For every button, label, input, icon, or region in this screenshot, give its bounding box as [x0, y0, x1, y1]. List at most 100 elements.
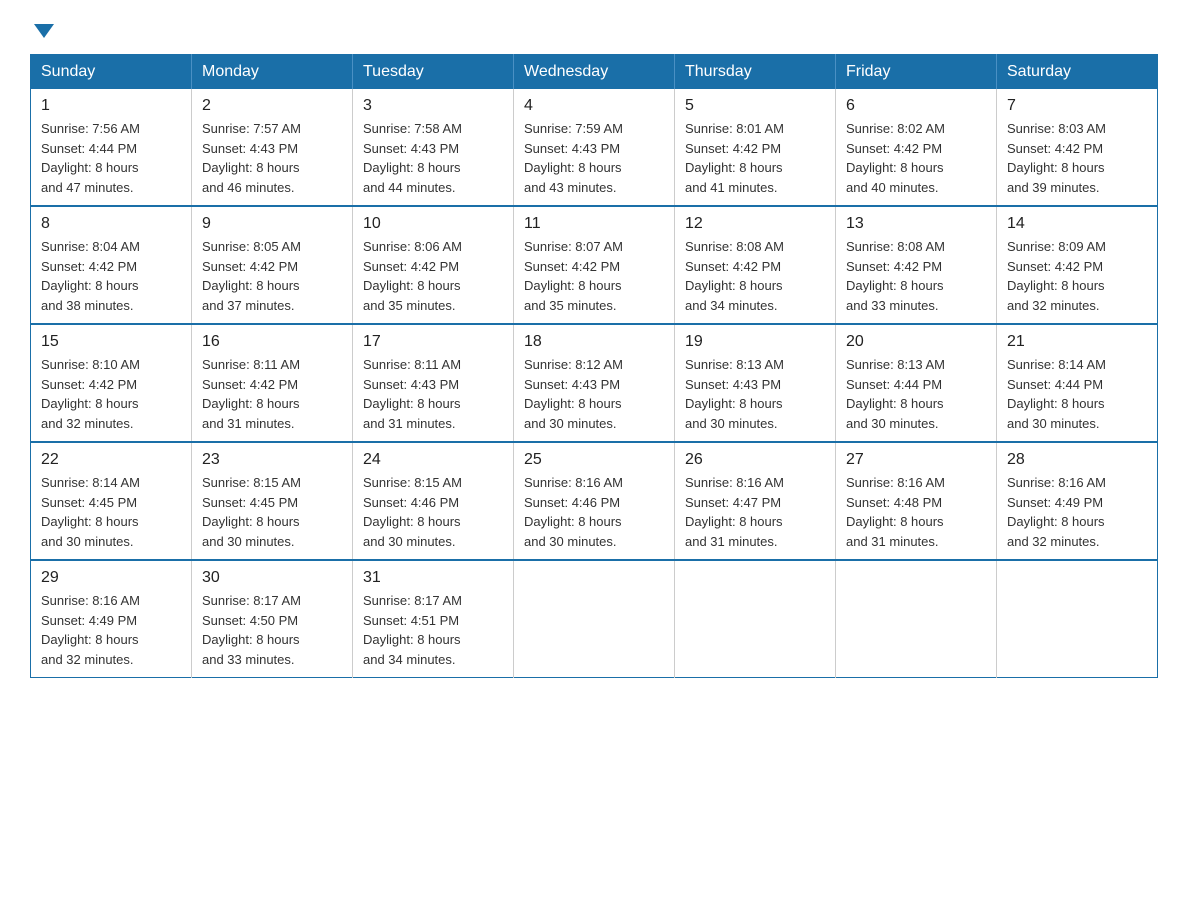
calendar-cell: 23 Sunrise: 8:15 AM Sunset: 4:45 PM Dayl…	[192, 442, 353, 560]
day-number: 19	[685, 333, 825, 351]
calendar-cell: 9 Sunrise: 8:05 AM Sunset: 4:42 PM Dayli…	[192, 206, 353, 324]
day-number: 6	[846, 97, 986, 115]
day-number: 17	[363, 333, 503, 351]
day-number: 29	[41, 569, 181, 587]
day-info: Sunrise: 8:16 AM Sunset: 4:49 PM Dayligh…	[1007, 473, 1147, 551]
logo-arrow-icon	[34, 24, 54, 38]
day-number: 2	[202, 97, 342, 115]
day-number: 16	[202, 333, 342, 351]
day-number: 21	[1007, 333, 1147, 351]
day-of-week-wednesday: Wednesday	[514, 55, 675, 90]
day-number: 14	[1007, 215, 1147, 233]
day-number: 24	[363, 451, 503, 469]
calendar-cell: 15 Sunrise: 8:10 AM Sunset: 4:42 PM Dayl…	[31, 324, 192, 442]
calendar-cell: 1 Sunrise: 7:56 AM Sunset: 4:44 PM Dayli…	[31, 89, 192, 206]
calendar-cell: 29 Sunrise: 8:16 AM Sunset: 4:49 PM Dayl…	[31, 560, 192, 678]
day-number: 20	[846, 333, 986, 351]
calendar-cell: 30 Sunrise: 8:17 AM Sunset: 4:50 PM Dayl…	[192, 560, 353, 678]
day-info: Sunrise: 8:08 AM Sunset: 4:42 PM Dayligh…	[685, 237, 825, 315]
logo-text	[30, 20, 54, 38]
calendar-cell: 14 Sunrise: 8:09 AM Sunset: 4:42 PM Dayl…	[997, 206, 1158, 324]
day-info: Sunrise: 8:09 AM Sunset: 4:42 PM Dayligh…	[1007, 237, 1147, 315]
calendar-cell	[836, 560, 997, 678]
day-number: 12	[685, 215, 825, 233]
day-info: Sunrise: 8:07 AM Sunset: 4:42 PM Dayligh…	[524, 237, 664, 315]
day-info: Sunrise: 8:15 AM Sunset: 4:45 PM Dayligh…	[202, 473, 342, 551]
day-info: Sunrise: 7:57 AM Sunset: 4:43 PM Dayligh…	[202, 119, 342, 197]
day-info: Sunrise: 8:02 AM Sunset: 4:42 PM Dayligh…	[846, 119, 986, 197]
calendar-cell: 2 Sunrise: 7:57 AM Sunset: 4:43 PM Dayli…	[192, 89, 353, 206]
day-info: Sunrise: 8:11 AM Sunset: 4:43 PM Dayligh…	[363, 355, 503, 433]
calendar-cell: 28 Sunrise: 8:16 AM Sunset: 4:49 PM Dayl…	[997, 442, 1158, 560]
day-number: 3	[363, 97, 503, 115]
day-info: Sunrise: 8:13 AM Sunset: 4:43 PM Dayligh…	[685, 355, 825, 433]
day-info: Sunrise: 7:59 AM Sunset: 4:43 PM Dayligh…	[524, 119, 664, 197]
logo	[30, 20, 54, 36]
day-number: 28	[1007, 451, 1147, 469]
calendar-cell: 7 Sunrise: 8:03 AM Sunset: 4:42 PM Dayli…	[997, 89, 1158, 206]
day-info: Sunrise: 8:04 AM Sunset: 4:42 PM Dayligh…	[41, 237, 181, 315]
day-number: 8	[41, 215, 181, 233]
calendar-cell: 22 Sunrise: 8:14 AM Sunset: 4:45 PM Dayl…	[31, 442, 192, 560]
calendar-cell	[675, 560, 836, 678]
day-number: 13	[846, 215, 986, 233]
calendar-cell: 6 Sunrise: 8:02 AM Sunset: 4:42 PM Dayli…	[836, 89, 997, 206]
day-of-week-tuesday: Tuesday	[353, 55, 514, 90]
calendar-cell: 19 Sunrise: 8:13 AM Sunset: 4:43 PM Dayl…	[675, 324, 836, 442]
day-info: Sunrise: 8:16 AM Sunset: 4:47 PM Dayligh…	[685, 473, 825, 551]
day-info: Sunrise: 8:16 AM Sunset: 4:46 PM Dayligh…	[524, 473, 664, 551]
day-info: Sunrise: 8:13 AM Sunset: 4:44 PM Dayligh…	[846, 355, 986, 433]
calendar-cell: 24 Sunrise: 8:15 AM Sunset: 4:46 PM Dayl…	[353, 442, 514, 560]
calendar-cell: 10 Sunrise: 8:06 AM Sunset: 4:42 PM Dayl…	[353, 206, 514, 324]
calendar-week-2: 8 Sunrise: 8:04 AM Sunset: 4:42 PM Dayli…	[31, 206, 1158, 324]
page-header	[30, 20, 1158, 36]
day-info: Sunrise: 8:16 AM Sunset: 4:48 PM Dayligh…	[846, 473, 986, 551]
day-info: Sunrise: 8:16 AM Sunset: 4:49 PM Dayligh…	[41, 591, 181, 669]
calendar-week-4: 22 Sunrise: 8:14 AM Sunset: 4:45 PM Dayl…	[31, 442, 1158, 560]
calendar-cell: 20 Sunrise: 8:13 AM Sunset: 4:44 PM Dayl…	[836, 324, 997, 442]
days-of-week-row: SundayMondayTuesdayWednesdayThursdayFrid…	[31, 55, 1158, 90]
day-number: 10	[363, 215, 503, 233]
day-number: 15	[41, 333, 181, 351]
day-number: 25	[524, 451, 664, 469]
calendar-cell	[997, 560, 1158, 678]
day-info: Sunrise: 8:14 AM Sunset: 4:44 PM Dayligh…	[1007, 355, 1147, 433]
day-info: Sunrise: 8:11 AM Sunset: 4:42 PM Dayligh…	[202, 355, 342, 433]
calendar-body: 1 Sunrise: 7:56 AM Sunset: 4:44 PM Dayli…	[31, 89, 1158, 678]
day-info: Sunrise: 8:01 AM Sunset: 4:42 PM Dayligh…	[685, 119, 825, 197]
day-number: 30	[202, 569, 342, 587]
day-info: Sunrise: 8:03 AM Sunset: 4:42 PM Dayligh…	[1007, 119, 1147, 197]
day-info: Sunrise: 8:10 AM Sunset: 4:42 PM Dayligh…	[41, 355, 181, 433]
day-info: Sunrise: 7:56 AM Sunset: 4:44 PM Dayligh…	[41, 119, 181, 197]
calendar-week-3: 15 Sunrise: 8:10 AM Sunset: 4:42 PM Dayl…	[31, 324, 1158, 442]
calendar-cell: 18 Sunrise: 8:12 AM Sunset: 4:43 PM Dayl…	[514, 324, 675, 442]
day-info: Sunrise: 8:14 AM Sunset: 4:45 PM Dayligh…	[41, 473, 181, 551]
calendar-cell: 11 Sunrise: 8:07 AM Sunset: 4:42 PM Dayl…	[514, 206, 675, 324]
day-of-week-thursday: Thursday	[675, 55, 836, 90]
day-info: Sunrise: 8:05 AM Sunset: 4:42 PM Dayligh…	[202, 237, 342, 315]
calendar-cell: 25 Sunrise: 8:16 AM Sunset: 4:46 PM Dayl…	[514, 442, 675, 560]
day-number: 22	[41, 451, 181, 469]
calendar-cell: 12 Sunrise: 8:08 AM Sunset: 4:42 PM Dayl…	[675, 206, 836, 324]
calendar-cell: 5 Sunrise: 8:01 AM Sunset: 4:42 PM Dayli…	[675, 89, 836, 206]
day-number: 27	[846, 451, 986, 469]
calendar-cell	[514, 560, 675, 678]
day-info: Sunrise: 8:12 AM Sunset: 4:43 PM Dayligh…	[524, 355, 664, 433]
calendar-cell: 8 Sunrise: 8:04 AM Sunset: 4:42 PM Dayli…	[31, 206, 192, 324]
day-of-week-monday: Monday	[192, 55, 353, 90]
day-of-week-saturday: Saturday	[997, 55, 1158, 90]
day-number: 7	[1007, 97, 1147, 115]
calendar-cell: 27 Sunrise: 8:16 AM Sunset: 4:48 PM Dayl…	[836, 442, 997, 560]
calendar-cell: 3 Sunrise: 7:58 AM Sunset: 4:43 PM Dayli…	[353, 89, 514, 206]
day-number: 23	[202, 451, 342, 469]
day-number: 31	[363, 569, 503, 587]
calendar-cell: 17 Sunrise: 8:11 AM Sunset: 4:43 PM Dayl…	[353, 324, 514, 442]
day-number: 9	[202, 215, 342, 233]
calendar-header: SundayMondayTuesdayWednesdayThursdayFrid…	[31, 55, 1158, 90]
day-number: 18	[524, 333, 664, 351]
day-info: Sunrise: 8:08 AM Sunset: 4:42 PM Dayligh…	[846, 237, 986, 315]
day-info: Sunrise: 8:06 AM Sunset: 4:42 PM Dayligh…	[363, 237, 503, 315]
calendar-cell: 26 Sunrise: 8:16 AM Sunset: 4:47 PM Dayl…	[675, 442, 836, 560]
calendar-cell: 13 Sunrise: 8:08 AM Sunset: 4:42 PM Dayl…	[836, 206, 997, 324]
calendar-table: SundayMondayTuesdayWednesdayThursdayFrid…	[30, 54, 1158, 678]
